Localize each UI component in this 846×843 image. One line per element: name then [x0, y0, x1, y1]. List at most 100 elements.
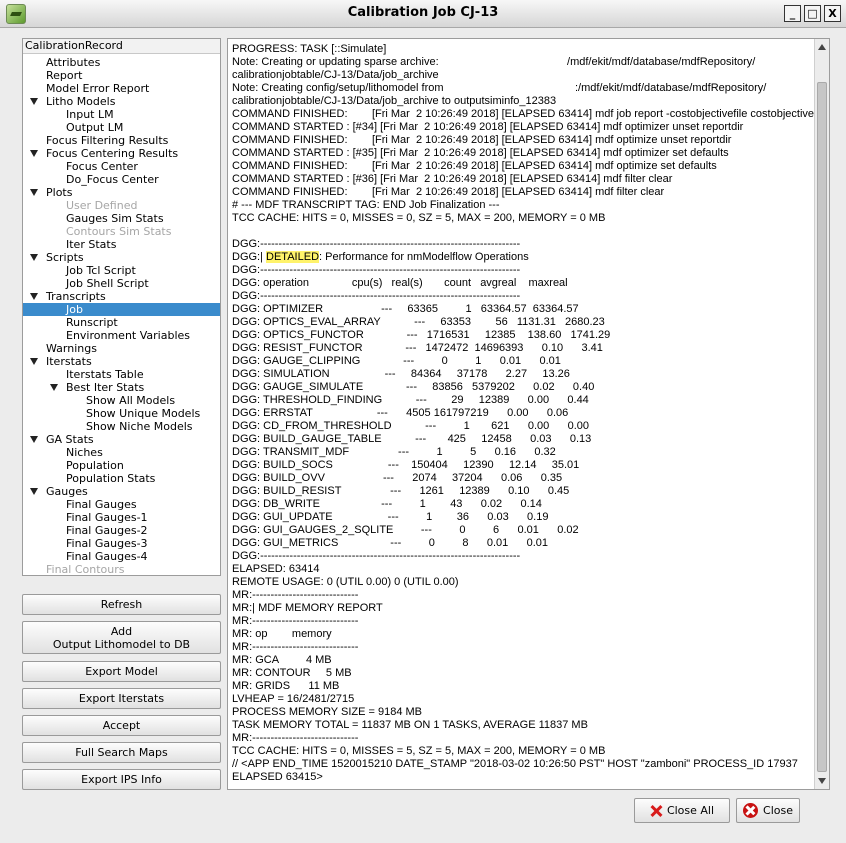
log-lines: PROGRESS: TASK [::Simulate] Note: Creatin…	[232, 43, 814, 784]
export-model-button[interactable]: Export Model	[22, 661, 221, 682]
add-output-lithomodel-button[interactable]: Add Output Lithomodel to DB	[22, 621, 221, 654]
log-line: DGG: TRANSMIT_MDF --- 1 5 0.16 0.32	[232, 446, 556, 458]
maximize-button[interactable]: □	[804, 5, 821, 22]
log-line: MR:| MDF MEMORY REPORT	[232, 602, 383, 614]
tree-node[interactable]: Transcripts	[23, 290, 220, 303]
tree-node[interactable]: Iter Stats	[23, 238, 220, 251]
minimize-button[interactable]: _	[784, 5, 801, 22]
tree-node[interactable]: Contours Sim Stats	[23, 225, 220, 238]
full-search-maps-button[interactable]: Full Search Maps	[22, 742, 221, 763]
expand-triangle-icon[interactable]	[30, 254, 38, 261]
tree-node[interactable]: Model Error Report	[23, 82, 220, 95]
tree-node-label: Population	[66, 459, 124, 472]
log-line: DGG: BUILD_RESIST --- 1261 12389 0.10 0.…	[232, 485, 570, 497]
tree-node[interactable]: Final Gauges-2	[23, 524, 220, 537]
tree-node[interactable]: Job Tcl Script	[23, 264, 220, 277]
vertical-scrollbar[interactable]	[814, 39, 829, 789]
tree-node-label: Job Shell Script	[66, 277, 149, 290]
tree-node[interactable]: Show Niche Models	[23, 420, 220, 433]
export-ips-info-button[interactable]: Export IPS Info	[22, 769, 221, 790]
tree-node[interactable]: Litho Models	[23, 95, 220, 108]
tree-node[interactable]: Do_Focus Center	[23, 173, 220, 186]
log-line: DGG: OPTICS_FUNCTOR --- 1716531 12385 13…	[232, 329, 611, 341]
tree-node[interactable]: Focus Center	[23, 160, 220, 173]
close-window-button[interactable]: X	[824, 5, 841, 22]
tree-node[interactable]: Final Gauges	[23, 498, 220, 511]
close-button[interactable]: Close	[736, 798, 800, 823]
tree-node[interactable]: Population Stats	[23, 472, 220, 485]
tree-node[interactable]: Niches	[23, 446, 220, 459]
tree-node-label: Input LM	[66, 108, 114, 121]
tree-node-label: Job	[66, 303, 83, 316]
log-line: COMMAND FINISHED: [Fri Mar 2 10:26:49 20…	[232, 108, 815, 120]
tree-node[interactable]: Plots	[23, 186, 220, 199]
export-ips-info-label: Export IPS Info	[81, 773, 162, 786]
tree-node[interactable]: Runscript	[23, 316, 220, 329]
tree-node[interactable]: Focus Filtering Results	[23, 134, 220, 147]
tree-node-label: Environment Variables	[66, 329, 191, 342]
expand-triangle-icon[interactable]	[30, 189, 38, 196]
tree-node[interactable]: Final Gauges-4	[23, 550, 220, 563]
tree-node[interactable]: Iterstats Table	[23, 368, 220, 381]
log-line: DGG: GUI_GAUGES_2_SQLITE --- 0 6 0.01 0.…	[232, 524, 579, 536]
tree-node[interactable]: Environment Variables	[23, 329, 220, 342]
log-line: DGG: BUILD_SOCS --- 150404 12390 12.14 3…	[232, 459, 580, 471]
export-iterstats-button[interactable]: Export Iterstats	[22, 688, 221, 709]
log-line: calibrationjobtable/CJ-13/Data/job_archi…	[232, 69, 439, 81]
scroll-down-icon[interactable]	[818, 778, 826, 784]
tree-node[interactable]: Attributes	[23, 56, 220, 69]
log-line: ELAPSED: 63414	[232, 563, 320, 575]
log-line: calibrationjobtable/CJ-13/Data/job_archi…	[232, 95, 557, 107]
tree-node[interactable]: Input LM	[23, 108, 220, 121]
tree-node[interactable]: Warnings	[23, 342, 220, 355]
tree-node[interactable]: Final Gauges-1	[23, 511, 220, 524]
close-all-label: Close All	[666, 804, 715, 817]
tree-node[interactable]: Job	[23, 303, 220, 316]
tree-node[interactable]: Scripts	[23, 251, 220, 264]
tree-node-label: Output LM	[66, 121, 124, 134]
tree-node[interactable]: Show Unique Models	[23, 407, 220, 420]
tree-node[interactable]: Gauges	[23, 485, 220, 498]
tree-node-label: Focus Filtering Results	[46, 134, 169, 147]
refresh-button[interactable]: Refresh	[22, 594, 221, 615]
log-line: COMMAND FINISHED: [Fri Mar 2 10:26:49 20…	[232, 160, 717, 172]
scroll-up-icon[interactable]	[818, 44, 826, 50]
tree-node[interactable]: Final Contours	[23, 563, 220, 575]
tree-node[interactable]: User Defined	[23, 199, 220, 212]
tree-node[interactable]: Job Shell Script	[23, 277, 220, 290]
tree-node-label: Show Niche Models	[86, 420, 193, 433]
expand-triangle-icon[interactable]	[30, 488, 38, 495]
close-circle-icon	[743, 803, 759, 818]
tree-node[interactable]: Final Gauges-3	[23, 537, 220, 550]
log-line: COMMAND STARTED : [#36] [Fri Mar 2 10:26…	[232, 173, 673, 185]
expand-triangle-icon[interactable]	[30, 358, 38, 365]
tree-node[interactable]: Output LM	[23, 121, 220, 134]
tree-node[interactable]: Gauges Sim Stats	[23, 212, 220, 225]
expand-triangle-icon[interactable]	[30, 436, 38, 443]
close-all-button[interactable]: Close All	[634, 798, 730, 823]
log-line: PROCESS MEMORY SIZE = 9184 MB	[232, 706, 423, 718]
expand-triangle-icon[interactable]	[30, 98, 38, 105]
window-title: Calibration Job CJ-13	[347, 5, 499, 20]
log-line: TCC CACHE: HITS = 0, MISSES = 5, SZ = 5,…	[232, 745, 606, 757]
tree-node[interactable]: Best Iter Stats	[23, 381, 220, 394]
transcript-log[interactable]: PROGRESS: TASK [::Simulate] Note: Creatin…	[227, 38, 830, 790]
scroll-thumb[interactable]	[817, 82, 827, 773]
tree-node-label: Final Gauges-2	[66, 524, 148, 537]
expand-triangle-icon[interactable]	[30, 293, 38, 300]
expand-triangle-icon[interactable]	[30, 150, 38, 157]
accept-button[interactable]: Accept	[22, 715, 221, 736]
tree-node-label: Attributes	[46, 56, 101, 69]
tree-node[interactable]: Iterstats	[23, 355, 220, 368]
tree-node-label: Iterstats Table	[66, 368, 144, 381]
tree-node-label: Population Stats	[66, 472, 156, 485]
tree-node[interactable]: Population	[23, 459, 220, 472]
expand-triangle-icon[interactable]	[50, 384, 58, 391]
tree-node[interactable]: Focus Centering Results	[23, 147, 220, 160]
tree-node[interactable]: Report	[23, 69, 220, 82]
tree-node-label: Show Unique Models	[86, 407, 201, 420]
tree-node[interactable]: GA Stats	[23, 433, 220, 446]
tree-node[interactable]: Show All Models	[23, 394, 220, 407]
highlighted-text: DETAILED	[266, 251, 320, 263]
log-line: DGG: OPTIMIZER --- 63365 1 63364.57 6336…	[232, 303, 579, 315]
